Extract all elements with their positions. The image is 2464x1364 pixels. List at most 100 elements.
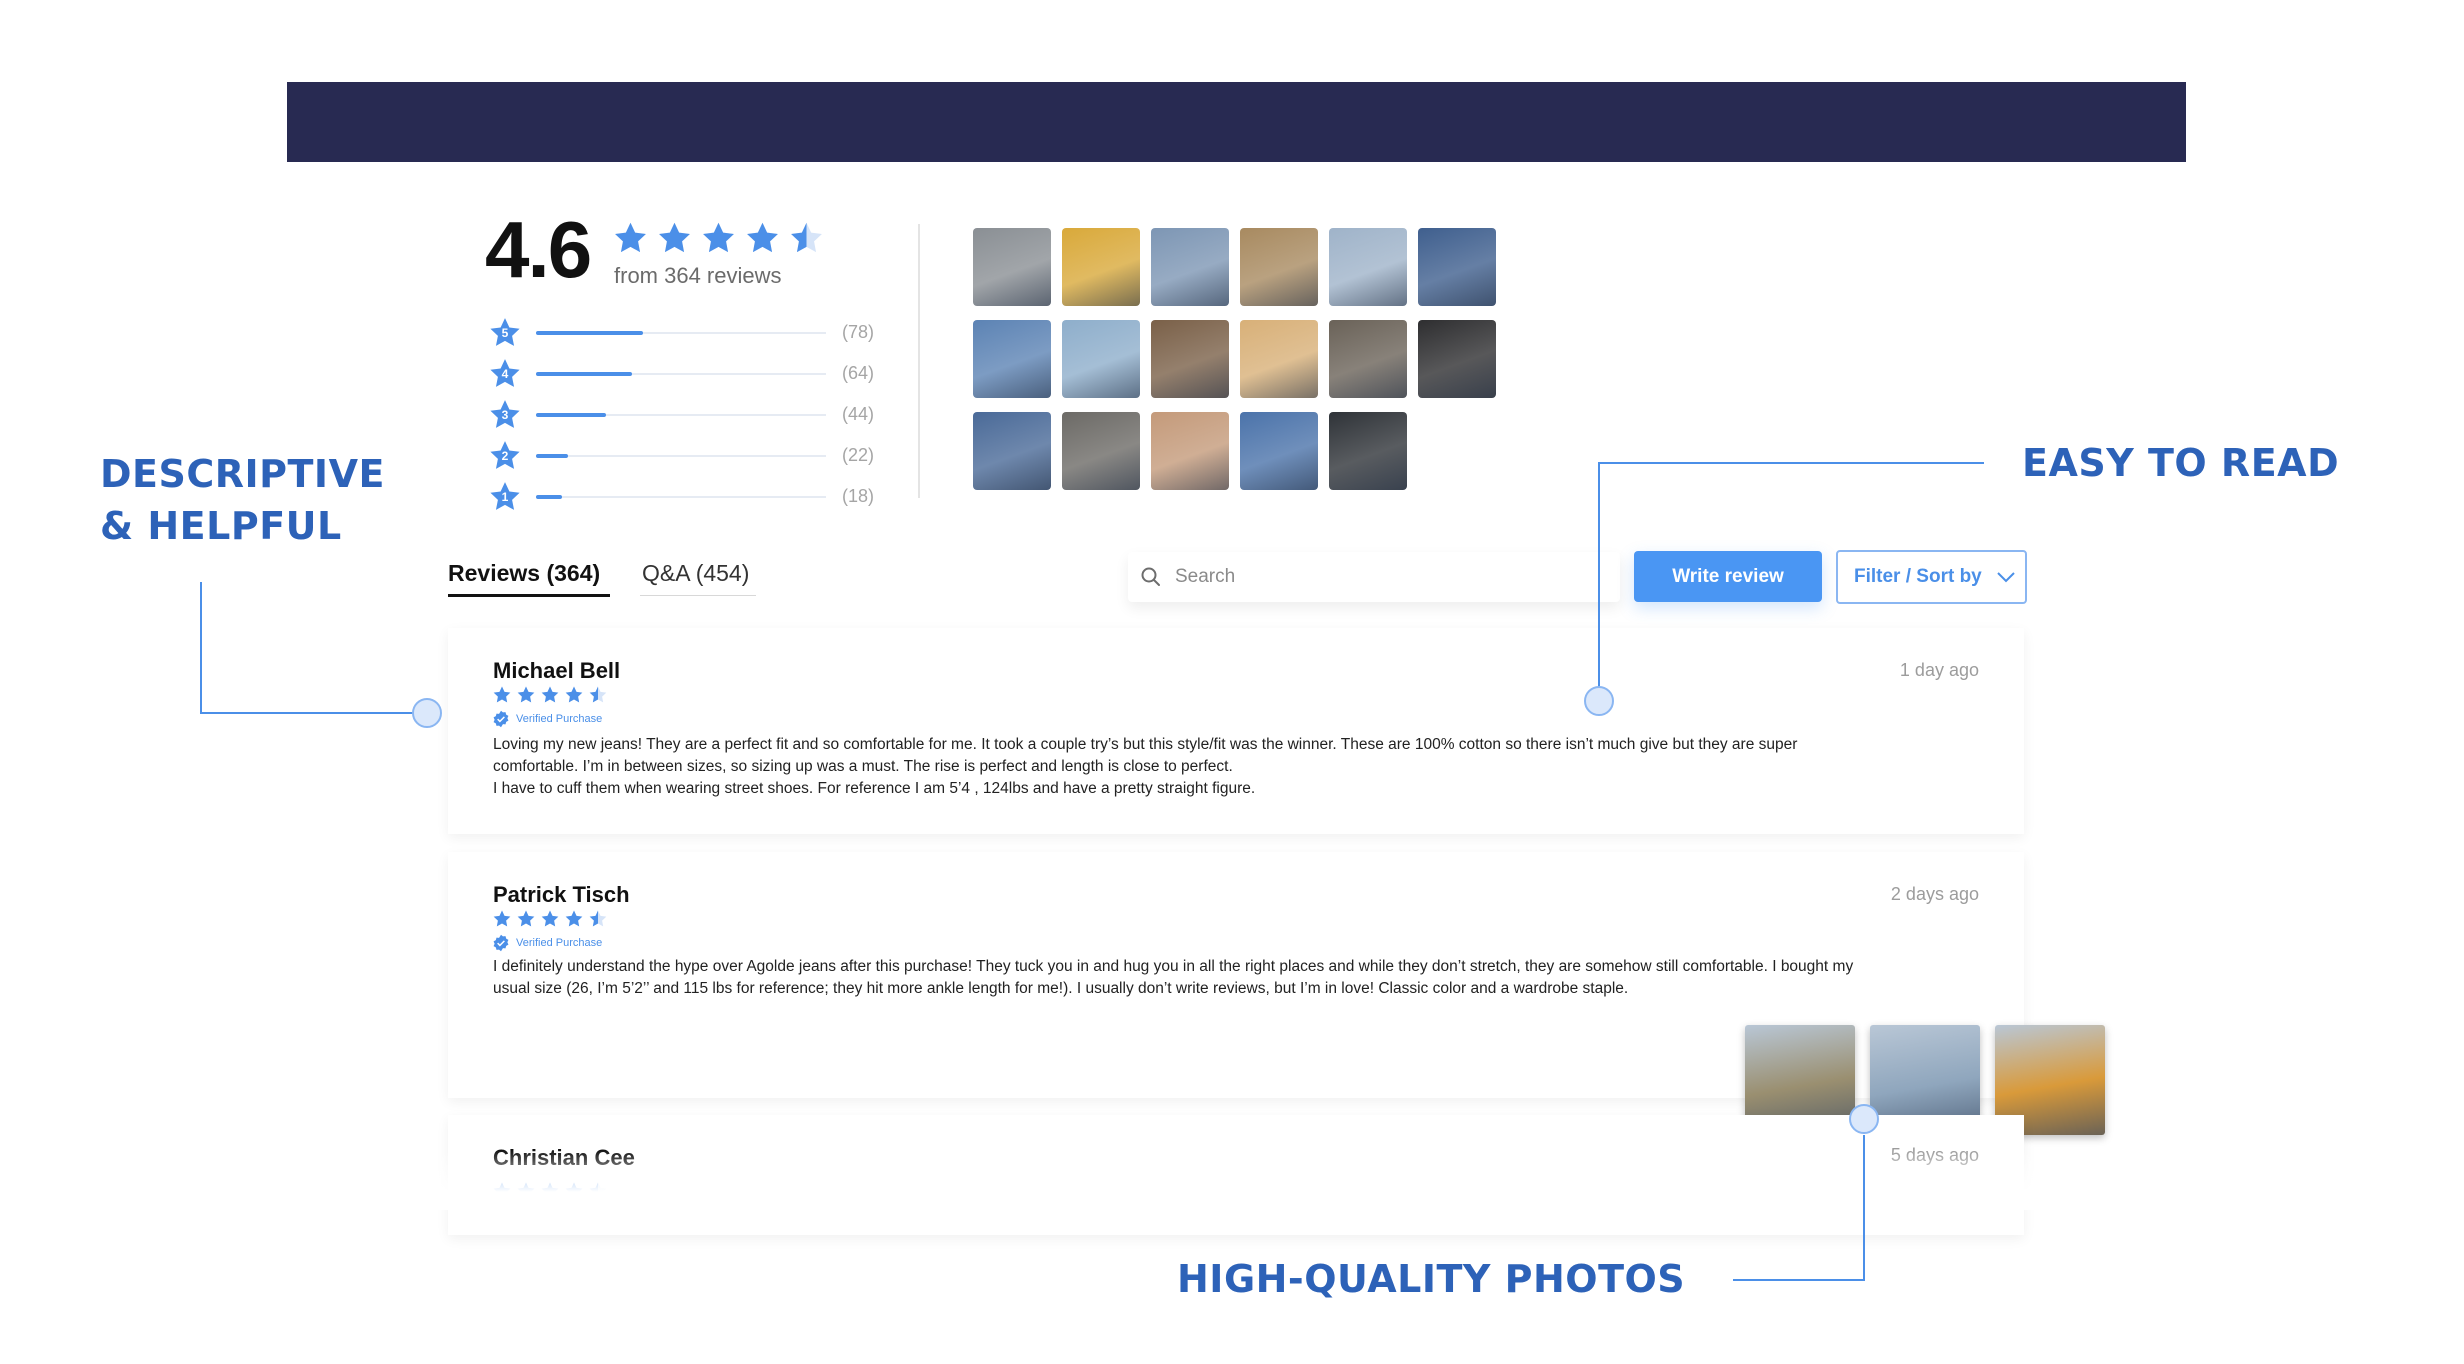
rating-count: (78): [841, 322, 874, 342]
filter-sort-dropdown[interactable]: Filter / Sort by: [1836, 550, 2027, 604]
gallery-photo[interactable]: [973, 228, 1051, 306]
summary-divider: [918, 224, 920, 498]
verified-check-icon: [493, 934, 509, 952]
gallery-photo[interactable]: [1329, 228, 1407, 306]
star-icon: [747, 222, 778, 253]
gallery-photo[interactable]: [1151, 228, 1229, 306]
callout-marker: [412, 698, 442, 728]
gallery-photo[interactable]: [1240, 320, 1318, 398]
callout-connector: [200, 582, 202, 714]
rating-row-5[interactable]: 5 (78): [488, 312, 874, 353]
gallery-photo[interactable]: [1329, 412, 1407, 490]
active-tab-indicator: [448, 594, 610, 597]
gallery-photo[interactable]: [1418, 228, 1496, 306]
callout-connector: [1598, 462, 1984, 464]
search-input[interactable]: [1173, 565, 1577, 589]
gallery-photo[interactable]: [1240, 412, 1318, 490]
rating-bar-fill: [536, 371, 632, 376]
star-icon: [493, 910, 511, 927]
write-review-button[interactable]: Write review: [1634, 551, 1822, 602]
tab-divider: [640, 595, 756, 596]
gallery-photo[interactable]: [1418, 320, 1496, 398]
rating-bar: [536, 371, 826, 376]
header-bar: [287, 82, 2186, 162]
star-icon: [565, 686, 583, 703]
star-badge-icon: 1: [488, 480, 522, 514]
review-text: I definitely understand the hype over Ag…: [493, 958, 1854, 997]
chevron-down-icon: [1997, 572, 2015, 583]
review-star-rating: [492, 685, 608, 705]
rating-count: (22): [841, 445, 874, 465]
review-count-text: from 364 reviews: [614, 263, 782, 288]
rating-count: (44): [841, 404, 874, 424]
callout-connector: [1598, 462, 1600, 688]
rating-row-2[interactable]: 2 (22): [488, 435, 874, 476]
rating-bar: [536, 412, 826, 417]
rating-bar-fill: [536, 330, 644, 335]
star-icon: [615, 222, 646, 253]
callout-marker: [1584, 686, 1614, 716]
star-icon: [565, 910, 583, 927]
gallery-photo[interactable]: [1062, 228, 1140, 306]
star-icon: [703, 222, 734, 253]
rating-bar: [536, 330, 826, 335]
star-icon: [541, 686, 559, 703]
rating-bar: [536, 453, 826, 458]
tab-qa[interactable]: Q&A (454): [642, 560, 749, 587]
star-badge-icon: 5: [488, 316, 522, 350]
star-icon: [493, 686, 511, 703]
rating-row-3[interactable]: 3 (44): [488, 394, 874, 435]
gallery-photo[interactable]: [973, 320, 1051, 398]
callout-marker: [1849, 1104, 1879, 1134]
review-date: 2 days ago: [1890, 884, 1979, 904]
verified-purchase-badge: Verified Purchase: [492, 934, 602, 952]
search-box[interactable]: [1128, 552, 1620, 602]
star-icon: [541, 910, 559, 927]
gallery-photo[interactable]: [1151, 412, 1229, 490]
rating-bar: [536, 494, 826, 499]
star-icon: [791, 222, 822, 253]
rating-breakdown: 5 (78) 4 (64) 3 (44) 2 (22) 1 (18): [488, 312, 874, 517]
callout-connector: [200, 712, 414, 714]
callout-connector: [1733, 1279, 1865, 1281]
verified-purchase-badge: Verified Purchase: [492, 710, 602, 728]
bottom-fade: [0, 1150, 2464, 1210]
verified-check-icon: [493, 710, 509, 728]
callout-descriptive: DESCRIPTIVE & HELPFUL: [100, 452, 385, 548]
rating-count: (64): [841, 363, 874, 383]
star-badge-icon: 3: [488, 398, 522, 432]
gallery-photo[interactable]: [1151, 320, 1229, 398]
rating-row-1[interactable]: 1 (18): [488, 476, 874, 517]
rating-row-4[interactable]: 4 (64): [488, 353, 874, 394]
average-star-rating: [612, 220, 825, 257]
review-text: Loving my new jeans! They are a perfect …: [493, 736, 1798, 797]
callout-easy-to-read: EASY TO READ: [2022, 441, 2340, 485]
callout-connector: [1863, 1135, 1865, 1281]
search-icon: [1141, 567, 1160, 586]
gallery-photo[interactable]: [1329, 320, 1407, 398]
tab-reviews[interactable]: Reviews (364): [448, 560, 600, 587]
rating-bar-fill: [536, 412, 606, 417]
review-star-rating: [492, 909, 608, 929]
filter-sort-label: Filter / Sort by: [1854, 566, 1982, 587]
rating-bar-fill: [536, 453, 568, 458]
review-date: 1 day ago: [1899, 660, 1979, 680]
star-icon: [517, 910, 535, 927]
rating-count: (18): [841, 486, 874, 506]
reviewer-name: Patrick Tisch: [493, 882, 630, 907]
review-card: Michael Bell 1 day ago Verified Purchase…: [448, 628, 2024, 834]
gallery-photo[interactable]: [1240, 228, 1318, 306]
callout-high-quality-photos: HIGH-QUALITY PHOTOS: [1177, 1257, 1686, 1301]
star-icon: [517, 686, 535, 703]
gallery-photo[interactable]: [973, 412, 1051, 490]
gallery-photo[interactable]: [1062, 412, 1140, 490]
star-icon: [659, 222, 690, 253]
star-icon: [589, 686, 607, 703]
star-badge-icon: 2: [488, 439, 522, 473]
star-icon: [589, 910, 607, 927]
star-badge-icon: 4: [488, 357, 522, 391]
average-score: 4.6: [485, 205, 592, 294]
gallery-photo[interactable]: [1062, 320, 1140, 398]
reviewer-name: Michael Bell: [493, 658, 621, 683]
rating-bar-fill: [536, 494, 563, 499]
